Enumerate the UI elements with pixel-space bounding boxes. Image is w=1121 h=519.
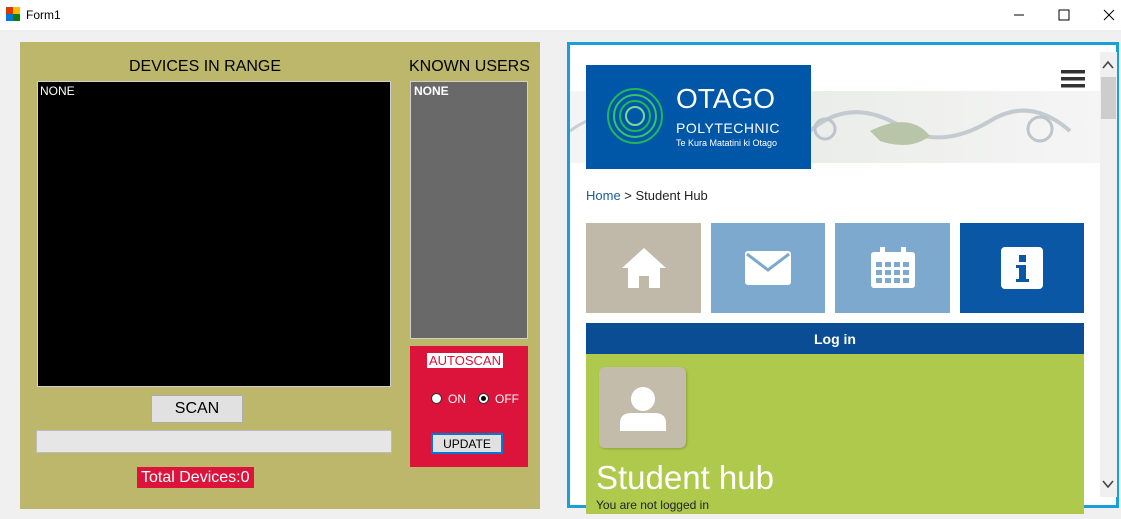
logo-name: OTAGO bbox=[676, 83, 776, 114]
app-icon bbox=[6, 7, 20, 21]
logo-subtitle: POLYTECHNIC bbox=[676, 120, 781, 136]
login-status-text: You are not logged in bbox=[596, 498, 709, 512]
list-item[interactable]: NONE bbox=[40, 84, 75, 98]
devices-header: DEVICES IN RANGE bbox=[129, 58, 282, 75]
scroll-thumb[interactable] bbox=[1101, 77, 1116, 119]
home-icon bbox=[621, 248, 666, 288]
scroll-down-icon[interactable] bbox=[1102, 479, 1114, 489]
hub-title: Student hub bbox=[596, 459, 774, 496]
info-icon bbox=[1001, 247, 1043, 289]
known-users-listbox[interactable]: NONE bbox=[410, 81, 528, 339]
logo-tagline: Te Kura Matatini ki Otago bbox=[676, 138, 778, 148]
on-label[interactable]: ON bbox=[448, 392, 466, 406]
close-button[interactable] bbox=[1086, 0, 1121, 30]
scan-progress-bar bbox=[36, 430, 392, 453]
known-users-header: KNOWN USERS bbox=[409, 58, 530, 75]
mail-icon bbox=[745, 251, 791, 285]
list-item[interactable]: NONE bbox=[414, 84, 449, 98]
maximize-icon bbox=[1058, 9, 1070, 21]
scan-button[interactable]: SCAN bbox=[151, 395, 243, 423]
calendar-icon bbox=[870, 247, 915, 288]
info-tile[interactable] bbox=[960, 223, 1084, 313]
total-devices-label: Total Devices:0 bbox=[137, 467, 254, 488]
otago-logo[interactable]: OTAGO POLYTECHNIC Te Kura Matatini ki Ot… bbox=[586, 65, 811, 169]
minimize-button[interactable] bbox=[996, 0, 1042, 30]
calendar-tile[interactable] bbox=[835, 223, 950, 313]
breadcrumb-separator: > bbox=[620, 188, 636, 203]
scroll-up-icon[interactable] bbox=[1102, 60, 1114, 70]
autoscan-label: AUTOSCAN bbox=[427, 353, 503, 368]
devices-listbox[interactable]: NONE bbox=[37, 81, 391, 387]
close-icon bbox=[1103, 9, 1115, 21]
maximize-button[interactable] bbox=[1041, 0, 1087, 30]
autoscan-off-radio[interactable] bbox=[478, 393, 489, 404]
home-tile[interactable] bbox=[586, 223, 701, 313]
breadcrumb-current: Student Hub bbox=[635, 188, 708, 203]
breadcrumb-home-link[interactable]: Home bbox=[586, 188, 621, 203]
minimize-icon bbox=[1014, 14, 1024, 16]
login-button[interactable]: Log in bbox=[586, 323, 1084, 354]
mail-tile[interactable] bbox=[711, 223, 825, 313]
logo-swirl-icon bbox=[607, 88, 663, 144]
hamburger-menu-icon[interactable] bbox=[1061, 69, 1085, 89]
autoscan-on-radio[interactable] bbox=[431, 393, 442, 404]
off-label[interactable]: OFF bbox=[495, 392, 519, 406]
avatar bbox=[599, 367, 686, 448]
user-icon bbox=[619, 386, 666, 431]
update-button[interactable]: UPDATE bbox=[431, 433, 503, 454]
breadcrumb: Home > Student Hub bbox=[586, 188, 708, 203]
title-bar bbox=[0, 0, 1121, 30]
window-title: Form1 bbox=[26, 8, 61, 22]
